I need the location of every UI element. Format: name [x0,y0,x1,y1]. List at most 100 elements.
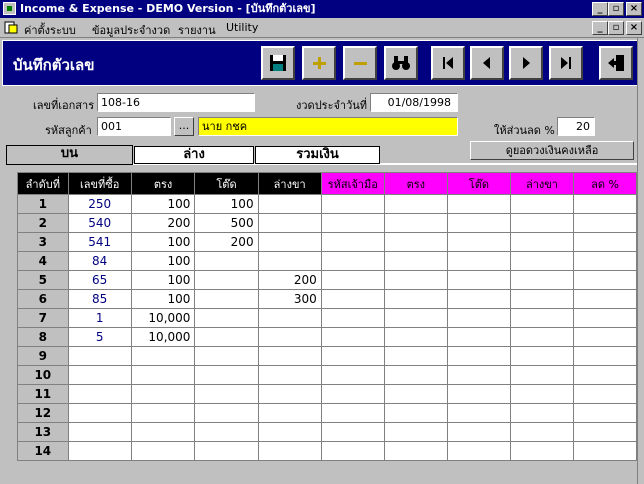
row-number-cell[interactable]: 12 [17,403,69,423]
dealer-straight-cell[interactable] [383,365,448,385]
purchase-number-cell[interactable]: 541 [67,232,132,252]
dealer-straight-cell[interactable] [383,384,448,404]
lower-amount-cell[interactable] [257,365,322,385]
dealer-lower-cell[interactable] [509,251,575,271]
col-header-tod[interactable]: โต๊ด [194,172,259,195]
discount-cell[interactable] [573,422,637,442]
discount-cell[interactable] [573,270,637,290]
dealer-straight-cell[interactable] [383,422,448,442]
table-row[interactable]: 11 [17,384,637,404]
dealer-code-cell[interactable] [320,384,385,404]
col-header-lower[interactable]: ล่างขา [257,172,322,195]
lower-amount-cell[interactable] [257,194,322,214]
dealer-tod-cell[interactable] [446,441,511,461]
entry-grid[interactable]: ลำดับที่ เลขที่ซื้อ ตรง โต๊ด ล่างขา รหัส… [17,172,637,478]
col-header-dealer-tod[interactable]: โต๊ด [446,172,511,195]
browse-customer-button[interactable]: ... [174,117,194,136]
col-header-dealer-lower[interactable]: ล่างขา [509,172,575,195]
discount-cell[interactable] [573,346,637,366]
tod-amount-cell[interactable] [194,384,259,404]
row-number-cell[interactable]: 13 [17,422,69,442]
discount-field[interactable]: 20 [557,117,595,136]
straight-amount-cell[interactable]: 100 [130,289,196,309]
dealer-tod-cell[interactable] [446,422,511,442]
discount-cell[interactable] [573,308,637,328]
discount-cell[interactable] [573,365,637,385]
tab-total[interactable]: รวมเงิน [255,146,380,164]
table-row[interactable]: 14 [17,441,637,461]
discount-cell[interactable] [573,384,637,404]
title-bar[interactable]: Income & Expense - DEMO Version - [บันทึ… [0,0,644,18]
customer-code-field[interactable]: 001 [97,117,171,136]
customer-name-field[interactable]: นาย กชค [198,117,458,136]
dealer-code-cell[interactable] [320,251,385,271]
dealer-straight-cell[interactable] [383,308,448,328]
menu-utility[interactable]: Utility [226,21,258,34]
tod-amount-cell[interactable] [194,327,259,347]
tod-amount-cell[interactable] [194,289,259,309]
lower-amount-cell[interactable] [257,384,322,404]
table-row[interactable]: 2 540 200 500 [17,213,637,233]
minimize-button[interactable]: _ [592,2,608,16]
lower-amount-cell[interactable] [257,232,322,252]
tod-amount-cell[interactable] [194,441,259,461]
purchase-number-cell[interactable] [67,384,132,404]
row-number-cell[interactable]: 5 [17,270,69,290]
discount-cell[interactable] [573,232,637,252]
row-number-cell[interactable]: 14 [17,441,69,461]
table-row[interactable]: 10 [17,365,637,385]
remove-button[interactable] [343,46,377,80]
exit-button[interactable] [599,46,633,80]
row-number-cell[interactable]: 4 [17,251,69,271]
purchase-number-cell[interactable]: 250 [67,194,132,214]
straight-amount-cell[interactable] [130,441,196,461]
table-row[interactable]: 8 5 10,000 [17,327,637,347]
table-row[interactable]: 12 [17,403,637,423]
row-number-cell[interactable]: 9 [17,346,69,366]
previous-record-button[interactable] [470,46,504,80]
tod-amount-cell[interactable] [194,365,259,385]
dealer-code-cell[interactable] [320,289,385,309]
purchase-number-cell[interactable]: 540 [67,213,132,233]
dealer-tod-cell[interactable] [446,384,511,404]
dealer-straight-cell[interactable] [383,232,448,252]
dealer-lower-cell[interactable] [509,346,575,366]
discount-cell[interactable] [573,213,637,233]
tod-amount-cell[interactable] [194,308,259,328]
dealer-lower-cell[interactable] [509,270,575,290]
dealer-code-cell[interactable] [320,270,385,290]
dealer-code-cell[interactable] [320,365,385,385]
menu-period-data[interactable]: ข้อมูลประจำงวด [92,21,170,39]
tod-amount-cell[interactable] [194,270,259,290]
table-row[interactable]: 4 84 100 [17,251,637,271]
dealer-code-cell[interactable] [320,327,385,347]
last-record-button[interactable] [549,46,583,80]
dealer-tod-cell[interactable] [446,365,511,385]
tab-lower[interactable]: ล่าง [134,146,254,164]
dealer-straight-cell[interactable] [383,403,448,423]
find-button[interactable] [384,46,418,80]
row-number-cell[interactable]: 1 [17,194,69,214]
col-header-straight[interactable]: ตรง [130,172,196,195]
straight-amount-cell[interactable]: 100 [130,232,196,252]
tod-amount-cell[interactable]: 500 [194,213,259,233]
dealer-tod-cell[interactable] [446,308,511,328]
purchase-number-cell[interactable]: 65 [67,270,132,290]
dealer-lower-cell[interactable] [509,365,575,385]
lower-amount-cell[interactable] [257,213,322,233]
child-minimize-button[interactable]: _ [592,21,608,35]
col-header-discount[interactable]: ลด % [573,172,637,195]
purchase-number-cell[interactable] [67,346,132,366]
app-icon[interactable] [3,2,16,15]
dealer-tod-cell[interactable] [446,194,511,214]
table-row[interactable]: 13 [17,422,637,442]
dealer-code-cell[interactable] [320,232,385,252]
dealer-straight-cell[interactable] [383,289,448,309]
dealer-lower-cell[interactable] [509,384,575,404]
dealer-lower-cell[interactable] [509,403,575,423]
row-number-cell[interactable]: 8 [17,327,69,347]
row-number-cell[interactable]: 7 [17,308,69,328]
straight-amount-cell[interactable]: 10,000 [130,308,196,328]
dealer-tod-cell[interactable] [446,251,511,271]
document-icon[interactable] [4,21,18,34]
